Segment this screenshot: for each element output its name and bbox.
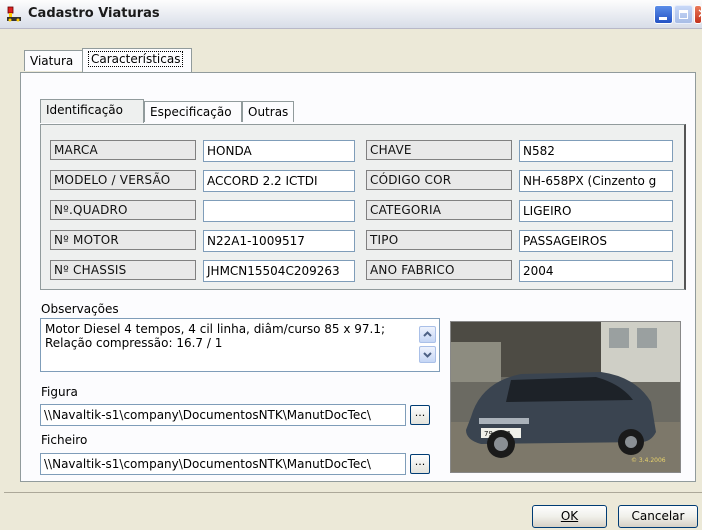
close-button[interactable]: ✕: [694, 5, 702, 24]
categoria-label: CATEGORIA: [366, 200, 512, 220]
minimize-button[interactable]: [654, 5, 673, 24]
tab-caracteristicas[interactable]: Características: [82, 48, 192, 72]
title-bar: Cadastro Viaturas ✕: [0, 0, 702, 29]
tab-outras[interactable]: Outras: [242, 101, 294, 122]
figura-label: Figura: [41, 385, 78, 399]
tab-viatura-label: Viatura: [30, 54, 74, 68]
figura-path-field[interactable]: \\Navaltik-s1\company\DocumentosNTK\Manu…: [40, 404, 406, 426]
tab-identificacao[interactable]: Identificação: [40, 99, 144, 123]
cancel-button-label: Cancelar: [631, 509, 685, 523]
chave-field[interactable]: N582: [519, 140, 673, 162]
vehicle-photo: 79-16-1 © 3.4.2006: [450, 321, 681, 473]
tab-viatura[interactable]: Viatura: [24, 50, 82, 71]
maximize-button[interactable]: [674, 5, 693, 24]
observacoes-line-1: Motor Diesel 4 tempos, 4 cil linha, diâm…: [45, 322, 386, 336]
numero-chassis-field[interactable]: JHMCN15504C209263: [203, 260, 355, 282]
numero-chassis-label: Nº CHASSIS: [50, 260, 196, 280]
categoria-field[interactable]: LIGEIRO: [519, 200, 673, 222]
tipo-field[interactable]: PASSAGEIROS: [519, 230, 673, 252]
figura-browse-button[interactable]: ...: [410, 405, 430, 425]
close-icon: ✕: [697, 7, 701, 22]
tab-caracteristicas-label: Características: [88, 51, 184, 67]
tab-especificacao[interactable]: Especificação: [144, 101, 242, 122]
maximize-icon: [679, 10, 688, 19]
ok-button-label: OK: [560, 509, 579, 523]
scroll-down-button[interactable]: [419, 346, 436, 363]
codigo-cor-label: CÓDIGO COR: [366, 170, 512, 190]
ficheiro-label: Ficheiro: [41, 433, 88, 447]
car-image: 79-16-1 © 3.4.2006: [451, 322, 680, 472]
chevron-up-icon: [423, 331, 432, 337]
minimize-icon: [659, 17, 667, 20]
tab-identificacao-label: Identificação: [46, 103, 123, 117]
modelo-versao-label: MODELO / VERSÃO: [50, 170, 196, 190]
modelo-versao-field[interactable]: ACCORD 2.2 ICTDI: [203, 170, 355, 192]
numero-quadro-label: Nº.QUADRO: [50, 200, 196, 220]
cancel-button[interactable]: Cancelar: [618, 505, 698, 528]
tab-outras-label: Outras: [248, 105, 289, 119]
ano-fabrico-label: ANO FABRICO: [366, 260, 512, 280]
tab-especificacao-label: Especificação: [150, 105, 232, 119]
app-icon: [7, 6, 21, 22]
observacoes-label: Observações: [41, 302, 119, 316]
scroll-up-button[interactable]: [419, 326, 436, 343]
ok-button[interactable]: OK: [532, 505, 607, 528]
numero-quadro-field[interactable]: [203, 200, 355, 222]
codigo-cor-field[interactable]: NH-658PX (Cinzento g: [519, 170, 673, 192]
marca-label: MARCA: [50, 140, 196, 160]
photo-watermark: © 3.4.2006: [631, 457, 666, 464]
observacoes-textarea[interactable]: Motor Diesel 4 tempos, 4 cil linha, diâm…: [40, 318, 440, 372]
chave-label: CHAVE: [366, 140, 512, 160]
tipo-label: TIPO: [366, 230, 512, 250]
numero-motor-field[interactable]: N22A1-1009517: [203, 230, 355, 252]
numero-motor-label: Nº MOTOR: [50, 230, 196, 250]
marca-field[interactable]: HONDA: [203, 140, 355, 162]
ano-fabrico-field[interactable]: 2004: [519, 260, 673, 282]
window-title: Cadastro Viaturas: [28, 6, 160, 21]
ficheiro-path-field[interactable]: \\Navaltik-s1\company\DocumentosNTK\Manu…: [40, 453, 406, 475]
footer-divider: [4, 492, 702, 493]
chevron-down-icon: [423, 352, 432, 358]
ficheiro-browse-button[interactable]: ...: [410, 454, 430, 474]
observacoes-line-2: Relação compressão: 16.7 / 1: [45, 336, 223, 350]
